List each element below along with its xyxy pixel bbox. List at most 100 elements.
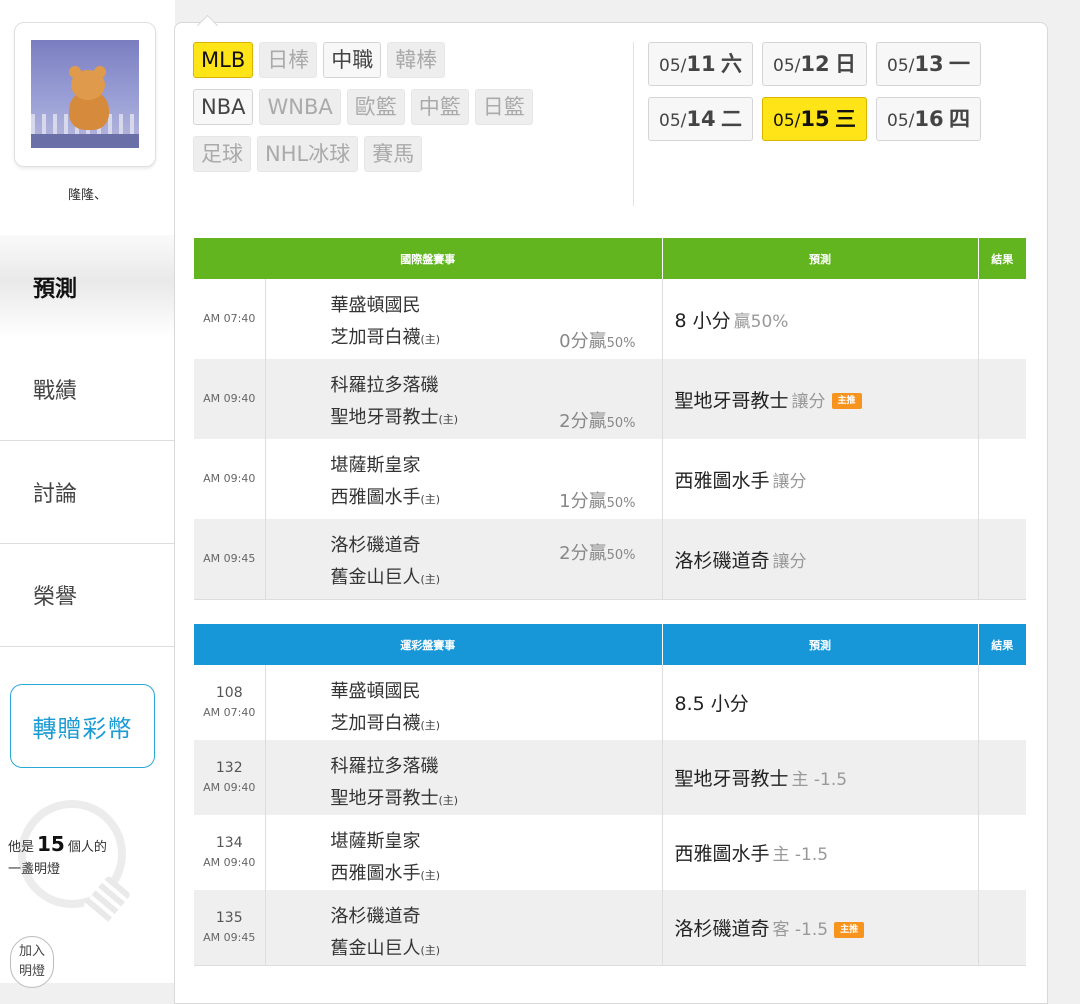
matchup: 洛杉磯道奇 舊金山巨人(主) 2分贏50% xyxy=(265,519,663,600)
header-intl-games: 國際盤賽事 xyxy=(194,238,663,279)
join-lamp-button[interactable]: 加入 明燈 xyxy=(10,936,54,988)
home-team: 聖地牙哥教士(主) xyxy=(330,788,459,809)
sport-tab-mlb[interactable]: MLB xyxy=(193,42,254,78)
date-tab-selected[interactable]: 05/15 三 xyxy=(762,97,867,141)
transfer-coins-button[interactable]: 轉贈彩幣 xyxy=(10,684,155,768)
sport-tab-japan-basketball: 日籃 xyxy=(474,89,533,125)
header-result: 結果 xyxy=(978,624,1026,665)
date-tab[interactable]: 05/11 六 xyxy=(648,42,753,86)
sport-tab-wnba: WNBA xyxy=(259,89,341,125)
matchup: 華盛頓國民 芝加哥白襪(主) 0分贏50% xyxy=(265,279,663,359)
home-team: 西雅圖水手(主) xyxy=(330,863,441,884)
profile-nav: 預測 戰績 討論 榮譽 xyxy=(0,235,175,647)
result-cell xyxy=(978,665,1026,740)
top-pick-badge: 主推 xyxy=(831,393,862,409)
handicap: 0分贏50% xyxy=(559,331,636,352)
away-team: 華盛頓國民 xyxy=(330,295,421,316)
sport-tab-euro-basketball: 歐籃 xyxy=(346,89,405,125)
table-row[interactable]: 132 AM 09:40 科羅拉多落磯 聖地牙哥教士(主) 聖地牙哥教士主 -1.… xyxy=(194,740,1026,815)
home-team: 聖地牙哥教士(主) xyxy=(330,407,459,428)
table-row[interactable]: AM 09:40 科羅拉多落磯 聖地牙哥教士(主) 2分贏50% 聖地牙哥教士讓… xyxy=(194,359,1026,439)
table-row[interactable]: 135 AM 09:45 洛杉磯道奇 舊金山巨人(主) 洛杉磯道奇客 -1.5 主推 xyxy=(194,890,1026,966)
sport-tab-nba[interactable]: NBA xyxy=(193,89,254,125)
game-no-time: 132 AM 09:40 xyxy=(194,740,266,815)
nav-item-record[interactable]: 戰績 xyxy=(0,338,175,441)
game-number: 132 xyxy=(215,759,243,776)
profile-sidebar: 隆隆、 預測 戰績 討論 榮譽 轉贈彩幣 他是 15 個人的 一盞明燈 加入 明燈 xyxy=(0,0,175,988)
prediction: 洛杉磯道奇客 -1.5 主推 xyxy=(662,890,979,966)
nav-item-discussion[interactable]: 討論 xyxy=(0,441,175,544)
away-team: 洛杉磯道奇 xyxy=(330,906,421,927)
prediction: 聖地牙哥教士 讓分 主推 xyxy=(662,359,979,439)
result-cell xyxy=(978,359,1026,439)
date-tab[interactable]: 05/13 一 xyxy=(876,42,981,86)
date-tab[interactable]: 05/12 日 xyxy=(762,42,867,86)
game-time: AM 09:40 xyxy=(194,439,266,519)
prediction: 西雅圖水手 讓分 xyxy=(662,439,979,519)
game-number: 108 xyxy=(215,684,243,701)
home-team: 芝加哥白襪(主) xyxy=(330,327,441,348)
sport-tab-cpbl[interactable]: 中職 xyxy=(323,42,382,78)
prediction: 聖地牙哥教士主 -1.5 xyxy=(662,740,979,815)
game-time: AM 07:40 xyxy=(194,279,266,359)
result-cell xyxy=(978,740,1026,815)
avatar-frame[interactable] xyxy=(14,22,156,167)
away-team: 堪薩斯皇家 xyxy=(330,455,421,476)
header-prediction: 預測 xyxy=(662,238,979,279)
game-time: AM 09:45 xyxy=(194,519,266,600)
home-team: 舊金山巨人(主) xyxy=(330,938,441,959)
home-team: 西雅圖水手(主) xyxy=(330,487,441,508)
follower-count: 15 xyxy=(37,832,65,856)
result-cell xyxy=(978,519,1026,600)
sport-tab-npb: 日棒 xyxy=(259,42,318,78)
intl-odds-table: 國際盤賽事 預測 結果 AM 07:40 華盛頓國民 芝加哥白襪(主) 0分贏5… xyxy=(194,238,1026,600)
away-team: 洛杉磯道奇 xyxy=(330,535,421,556)
selector-divider xyxy=(633,42,634,206)
follower-count-text: 他是 15 個人的 一盞明燈 xyxy=(8,833,107,881)
matchup: 洛杉磯道奇 舊金山巨人(主) xyxy=(265,890,663,966)
join-label-2: 明燈 xyxy=(18,964,45,979)
sport-selector: MLB 日棒 中職 韓棒 NBA WNBA 歐籃 中籃 日籃 足球 NHL冰球 … xyxy=(193,42,633,183)
sport-tab-soccer: 足球 xyxy=(193,136,251,172)
game-number: 134 xyxy=(215,834,243,851)
away-team: 華盛頓國民 xyxy=(330,681,421,702)
table-header: 運彩盤賽事 預測 結果 xyxy=(194,624,1026,665)
table-row[interactable]: 134 AM 09:40 堪薩斯皇家 西雅圖水手(主) 西雅圖水手主 -1.5 xyxy=(194,815,1026,890)
top-pick-badge: 主推 xyxy=(834,921,865,938)
game-time: AM 09:40 xyxy=(194,359,266,439)
date-tab[interactable]: 05/14 二 xyxy=(648,97,753,141)
nav-item-honors[interactable]: 榮譽 xyxy=(0,544,175,647)
table-row[interactable]: AM 09:45 洛杉磯道奇 舊金山巨人(主) 2分贏50% 洛杉磯道奇 讓分 xyxy=(194,519,1026,600)
matchup: 科羅拉多落磯 聖地牙哥教士(主) xyxy=(265,740,663,815)
header-lottery-games: 運彩盤賽事 xyxy=(194,624,663,665)
sport-lottery-table: 運彩盤賽事 預測 結果 108 AM 07:40 華盛頓國民 芝加哥白襪(主) 8… xyxy=(194,624,1026,966)
date-selector: 05/11 六 05/12 日 05/13 一 05/14 二 05/15 三 … xyxy=(648,42,1008,152)
result-cell xyxy=(978,815,1026,890)
join-label-1: 加入 xyxy=(18,944,45,959)
sport-tab-horse-racing: 賽馬 xyxy=(364,136,423,172)
table-row[interactable]: 108 AM 07:40 華盛頓國民 芝加哥白襪(主) 8.5 小分 xyxy=(194,665,1026,740)
result-cell xyxy=(978,279,1026,359)
away-team: 科羅拉多落磯 xyxy=(330,375,439,396)
away-team: 科羅拉多落磯 xyxy=(330,756,439,777)
home-team: 舊金山巨人(主) xyxy=(330,567,441,588)
lamp-prefix: 他是 xyxy=(8,840,35,855)
header-prediction: 預測 xyxy=(662,624,979,665)
matchup: 華盛頓國民 芝加哥白襪(主) xyxy=(265,665,663,740)
avatar[interactable] xyxy=(31,40,139,148)
game-no-time: 135 AM 09:45 xyxy=(194,890,266,966)
handicap: 2分贏50% xyxy=(559,543,636,564)
sport-tab-nhl: NHL冰球 xyxy=(257,136,359,172)
sport-tab-china-basketball: 中籃 xyxy=(410,89,469,125)
nav-item-predictions[interactable]: 預測 xyxy=(0,235,175,338)
table-row[interactable]: AM 07:40 華盛頓國民 芝加哥白襪(主) 0分贏50% 8 小分 贏50% xyxy=(194,279,1026,359)
prediction: 洛杉磯道奇 讓分 xyxy=(662,519,979,600)
result-cell xyxy=(978,439,1026,519)
table-row[interactable]: AM 09:40 堪薩斯皇家 西雅圖水手(主) 1分贏50% 西雅圖水手 讓分 xyxy=(194,439,1026,519)
username: 隆隆、 xyxy=(67,188,107,203)
date-tab[interactable]: 05/16 四 xyxy=(876,97,981,141)
handicap: 2分贏50% xyxy=(559,411,636,432)
handicap: 1分贏50% xyxy=(559,491,636,512)
home-team: 芝加哥白襪(主) xyxy=(330,713,441,734)
lamp-suffix: 個人的 xyxy=(67,840,107,855)
